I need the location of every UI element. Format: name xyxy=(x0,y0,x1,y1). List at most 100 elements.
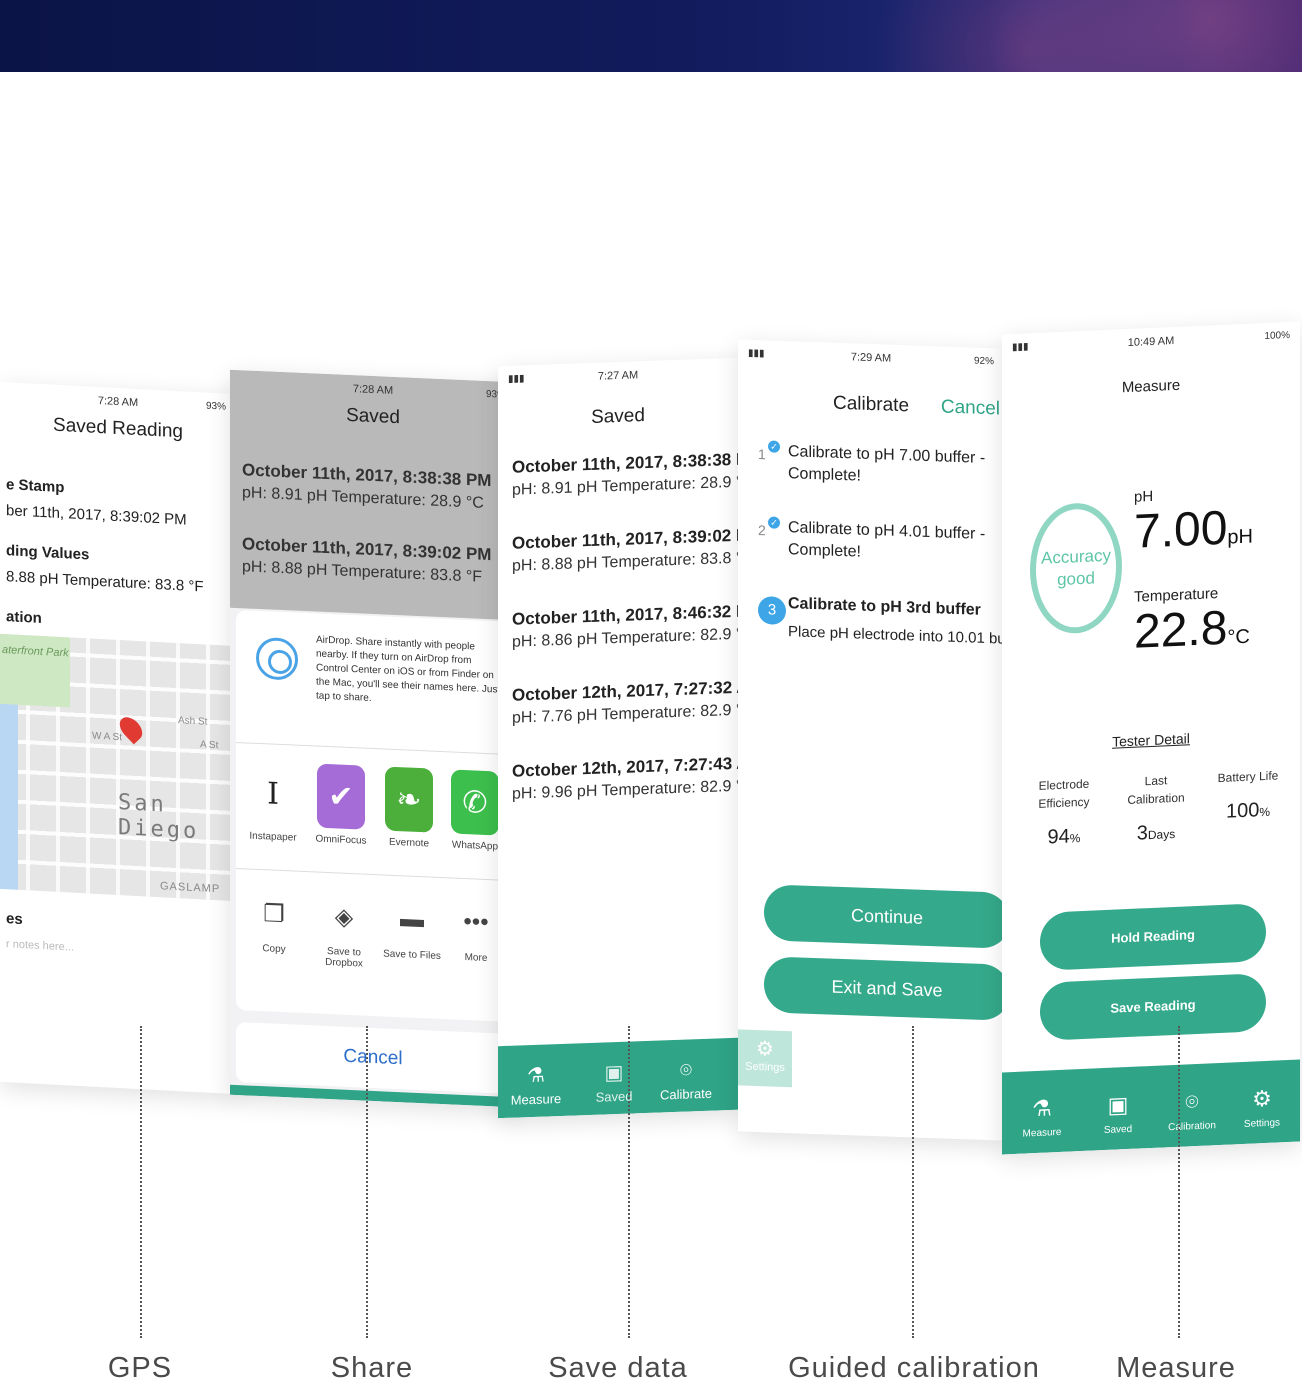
share-app-instapaper[interactable]: I Instapaper xyxy=(244,760,302,844)
gear-icon: ⚙ xyxy=(756,1037,774,1061)
tab-calibrate[interactable]: ⌾ Calibrate xyxy=(650,1058,722,1103)
exit-and-save-button[interactable]: Exit and Save xyxy=(764,956,1004,1021)
connector-gps xyxy=(140,1026,142,1338)
flask-icon: ⚗ xyxy=(1032,1095,1052,1122)
list-item[interactable]: October 12th, 2017, 7:27:32 AM pH: 7.76 … xyxy=(512,677,738,728)
accuracy-label: Accuracy xyxy=(1041,545,1111,568)
connector-calibration xyxy=(912,1026,914,1338)
status-time: 7:28 AM xyxy=(97,394,139,410)
tab-label: Settings xyxy=(1243,1117,1281,1130)
share-app-evernote[interactable]: ❧ Evernote xyxy=(380,766,438,850)
status-time: 7:28 AM xyxy=(352,383,394,397)
tab-saved[interactable]: ▣ Saved xyxy=(578,1059,650,1106)
page-title: Saved Reading xyxy=(53,414,183,443)
detail-number: 100 xyxy=(1225,799,1260,823)
tab-saved[interactable]: ▣ Saved xyxy=(1088,1091,1148,1137)
timestamp-label: e Stamp xyxy=(6,476,65,497)
instapaper-icon: I xyxy=(267,775,279,812)
connector-share xyxy=(366,1026,368,1338)
caption-gps: GPS xyxy=(107,1352,173,1384)
calibrate-icon: ⌾ xyxy=(680,1059,692,1082)
page-title: Measure xyxy=(1121,376,1181,397)
status-bar: ▮▮▮ 7:27 AM xyxy=(498,366,738,390)
tab-label: Saved xyxy=(595,1088,633,1105)
calibration-step-active: 3 Calibrate to pH 3rd buffer Place pH el… xyxy=(758,592,1004,650)
detail-unit: % xyxy=(1259,804,1271,820)
detail-number: 94 xyxy=(1047,825,1070,849)
record-title: October 12th, 2017, 7:27:43 AM xyxy=(512,752,738,781)
detail-label: Last Calibration xyxy=(1127,773,1185,808)
dropbox-icon: ◈ xyxy=(334,902,354,931)
folder-icon: ▬ xyxy=(400,905,424,934)
check-icon: ✓ xyxy=(768,516,780,529)
action-label: Copy xyxy=(262,943,286,956)
step-number: 1 xyxy=(758,446,766,463)
connector-save-data xyxy=(628,1026,630,1338)
detail-value: 3Days xyxy=(1116,822,1196,845)
tab-measure[interactable]: ⚗ Measure xyxy=(1012,1094,1072,1140)
tab-calibration[interactable]: ⌾ Calibration xyxy=(1162,1088,1222,1134)
tab-bar: ⚗ Measure ▣ Saved ⌾ Calibration ⚙ Settin… xyxy=(1002,1059,1300,1155)
action-save-to-dropbox[interactable]: ◈ Save to Dropbox xyxy=(314,897,374,970)
tester-detail-heading[interactable]: Tester Detail xyxy=(1002,725,1300,754)
detail-label: Battery Life xyxy=(1217,768,1279,786)
ph-reading: 7.00pH xyxy=(1134,500,1253,560)
app-label: OmniFocus xyxy=(315,833,367,847)
temperature-value: 22.8 xyxy=(1134,601,1228,659)
action-label: More xyxy=(464,951,488,964)
status-bar: ▮▮▮ 10:49 AM 100% xyxy=(1002,329,1300,358)
tab-label: Saved xyxy=(1103,1123,1133,1137)
list-item[interactable]: October 11th, 2017, 8:38:38 PM pH: 8.91 … xyxy=(512,449,738,500)
accuracy-gauge: Accuracy good xyxy=(1030,501,1122,636)
signal-icon: ▮▮▮ xyxy=(1012,341,1029,354)
detail-battery-life: Battery Life 100% xyxy=(1208,766,1288,823)
temperature-unit: °C xyxy=(1227,625,1250,649)
list-item[interactable]: October 11th, 2017, 8:46:32 PM pH: 8.86 … xyxy=(512,601,738,652)
share-app-omnifocus[interactable]: ✔ OmniFocus xyxy=(312,763,370,847)
reading-values-value: 8.88 pH Temperature: 83.8 °F xyxy=(6,568,204,596)
detail-label: Electrode Efficiency xyxy=(1038,776,1090,811)
action-more[interactable]: ••• More xyxy=(446,903,506,965)
tab-label: Settings xyxy=(745,1060,785,1074)
page-title: Saved xyxy=(591,405,645,428)
hold-reading-button[interactable]: Hold Reading xyxy=(1040,902,1266,971)
notes-input[interactable]: r notes here... xyxy=(6,938,74,954)
share-sheet: AirDrop. Share instantly with people nea… xyxy=(236,610,510,1022)
action-save-to-files[interactable]: ▬ Save to Files xyxy=(382,900,442,962)
measure-screen: ▮▮▮ 10:49 AM 100% Measure Accuracy good … xyxy=(1002,321,1300,1155)
share-app-whatsapp[interactable]: ✆ WhatsApp xyxy=(446,769,504,853)
divider xyxy=(236,742,510,755)
connector-measure xyxy=(1178,1026,1180,1338)
calibration-step: 1 ✓ Calibrate to pH 7.00 buffer - Comple… xyxy=(758,440,998,492)
action-copy[interactable]: ❐ Copy xyxy=(244,894,304,956)
banner-decoration xyxy=(842,0,1302,72)
accuracy-value: good xyxy=(1057,568,1095,590)
step-text: Calibrate to pH 4.01 buffer - Complete! xyxy=(788,519,986,561)
cancel-button[interactable]: Cancel xyxy=(236,1022,510,1094)
continue-button[interactable]: Continue xyxy=(764,884,1004,949)
reading-values-label: ding Values xyxy=(6,542,90,564)
ph-unit: pH xyxy=(1227,525,1253,549)
list-item[interactable]: October 12th, 2017, 7:27:43 AM pH: 9.96 … xyxy=(512,753,738,804)
divider xyxy=(236,868,510,881)
location-map[interactable]: aterfront Park W A St Ash St A St San Di… xyxy=(0,633,236,902)
record-title: October 11th, 2017, 8:46:32 PM xyxy=(512,600,738,629)
detail-value: 94% xyxy=(1024,826,1104,849)
tab-settings[interactable]: ⚙ Settings xyxy=(738,1029,792,1088)
detail-value: 100% xyxy=(1208,799,1288,823)
status-time: 7:29 AM xyxy=(850,351,892,365)
calibrate-screen: ▮▮▮ 7:29 AM 92% Calibrate Cancel 1 ✓ Cal… xyxy=(738,339,1004,1141)
record-title: October 12th, 2017, 7:27:32 AM xyxy=(512,676,738,705)
map-water xyxy=(0,703,18,890)
list-item[interactable]: October 11th, 2017, 8:39:02 PM pH: 8.88 … xyxy=(512,525,738,576)
cancel-button[interactable]: Cancel xyxy=(941,396,1000,420)
save-reading-button[interactable]: Save Reading xyxy=(1040,972,1266,1041)
action-label: Save to Files xyxy=(383,948,441,962)
detail-electrode-efficiency: Electrode Efficiency 94% xyxy=(1024,774,1104,849)
header-banner xyxy=(0,0,1302,72)
status-time: 10:49 AM xyxy=(1127,334,1175,350)
airdrop-icon[interactable] xyxy=(256,636,298,681)
tab-settings[interactable]: ⚙ Settings xyxy=(1232,1085,1292,1131)
tab-measure[interactable]: ⚗ Measure xyxy=(500,1062,572,1109)
status-bar: ▮▮▮ 7:29 AM 92% xyxy=(738,347,1004,372)
